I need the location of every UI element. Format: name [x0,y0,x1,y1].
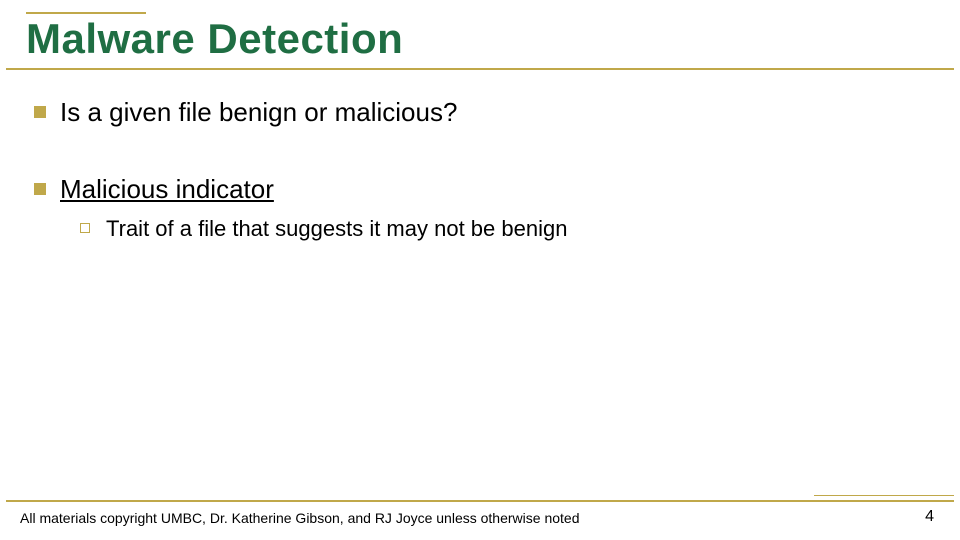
slide: Malware Detection Is a given file benign… [0,0,960,540]
square-bullet-icon [34,183,46,195]
bullet-text: Is a given file benign or malicious? [60,96,457,129]
hollow-square-bullet-icon [80,223,90,233]
square-bullet-icon [34,106,46,118]
sub-bullet-text: Trait of a file that suggests it may not… [106,215,567,244]
slide-title: Malware Detection [26,16,934,62]
title-accent-rule [26,12,146,14]
footer: All materials copyright UMBC, Dr. Kather… [6,500,954,526]
bullet-text: Malicious indicator [60,173,274,206]
bullet-item: Is a given file benign or malicious? [34,96,926,129]
sub-bullet-item: Trait of a file that suggests it may not… [80,215,926,244]
footer-accent-rule [6,495,954,498]
page-number: 4 [925,508,954,526]
bullet-item: Malicious indicator [34,173,926,206]
title-block: Malware Detection [6,0,954,70]
copyright-text: All materials copyright UMBC, Dr. Kather… [6,510,579,526]
content-area: Is a given file benign or malicious? Mal… [0,70,960,244]
